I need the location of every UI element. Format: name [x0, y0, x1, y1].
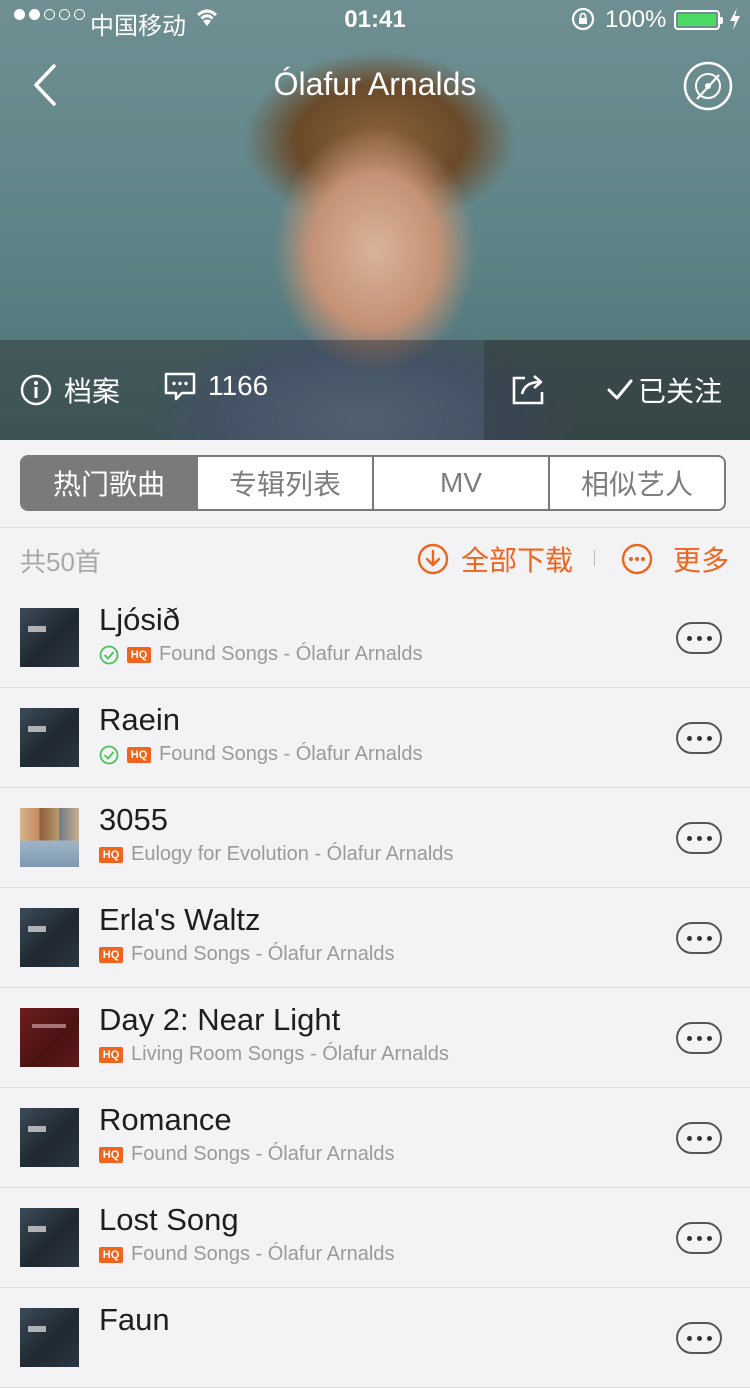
- tab-similar-artists[interactable]: 相似艺人: [548, 457, 724, 509]
- song-more-button[interactable]: [676, 822, 722, 854]
- song-more-button[interactable]: [676, 1122, 722, 1154]
- album-cover: [20, 808, 79, 867]
- song-subtitle: Found Songs - Ólafur Arnalds: [131, 943, 395, 965]
- artist-hero-image: 中国移动 01:41 100% Ólafur Arnalds 档案 1166 已…: [0, 0, 750, 440]
- song-title: Romance: [99, 1102, 232, 1137]
- song-subtitle: Found Songs - Ólafur Arnalds: [131, 1143, 395, 1165]
- profile-label: 档案: [64, 376, 121, 407]
- comment-icon: [164, 372, 196, 401]
- song-title: Erla's Waltz: [99, 902, 261, 937]
- song-title: Faun: [99, 1302, 170, 1337]
- hq-badge: HQ: [127, 746, 151, 763]
- comments-count: 1166: [208, 370, 269, 401]
- battery-percent: 100%: [605, 6, 667, 33]
- album-cover: [20, 1308, 79, 1367]
- song-subtitle: Found Songs - Ólafur Arnalds: [159, 743, 423, 765]
- song-subtitle: Eulogy for Evolution - Ólafur Arnalds: [131, 843, 454, 865]
- tab-mv[interactable]: MV: [372, 457, 548, 509]
- song-row[interactable]: Raein HQ Found Songs - Ólafur Arnalds: [0, 688, 750, 788]
- charging-icon: [730, 8, 740, 30]
- song-title: Ljósið: [99, 602, 180, 637]
- song-more-button[interactable]: [676, 622, 722, 654]
- status-bar: 中国移动 01:41 100%: [0, 0, 750, 40]
- separator: [594, 550, 595, 566]
- song-row[interactable]: Faun: [0, 1288, 750, 1388]
- profile-button[interactable]: 档案: [20, 370, 120, 410]
- album-cover: [20, 1008, 79, 1067]
- hq-badge: HQ: [99, 946, 123, 963]
- song-row[interactable]: 3055 HQ Eulogy for Evolution - Ólafur Ar…: [0, 788, 750, 888]
- artist-action-bar: 档案 1166 已关注: [0, 340, 750, 440]
- artist-name-title: Ólafur Arnalds: [273, 66, 477, 102]
- more-icon: [621, 543, 653, 575]
- album-cover: [20, 1208, 79, 1267]
- follow-button[interactable]: 已关注: [606, 370, 722, 410]
- album-cover: [20, 608, 79, 667]
- hq-badge: HQ: [99, 1146, 123, 1163]
- album-cover: [20, 708, 79, 767]
- tab-hot-songs[interactable]: 热门歌曲: [22, 457, 196, 509]
- rotation-lock-icon: [571, 7, 595, 31]
- more-button[interactable]: 更多: [621, 539, 729, 579]
- song-title: 3055: [99, 802, 168, 837]
- follow-label: 已关注: [638, 376, 723, 407]
- hq-badge: HQ: [99, 1246, 123, 1263]
- share-icon[interactable]: [511, 372, 545, 406]
- hq-badge: HQ: [99, 1046, 123, 1063]
- tab-albums[interactable]: 专辑列表: [196, 457, 372, 509]
- song-title: Raein: [99, 702, 180, 737]
- artist-tabs: 热门歌曲 专辑列表 MV 相似艺人: [20, 455, 726, 511]
- hq-badge: HQ: [99, 846, 123, 863]
- song-subtitle: Living Room Songs - Ólafur Arnalds: [131, 1043, 449, 1065]
- song-row[interactable]: Day 2: Near Light HQ Living Room Songs -…: [0, 988, 750, 1088]
- album-cover: [20, 908, 79, 967]
- comments-button[interactable]: 1166: [164, 370, 268, 402]
- song-list-toolbar: 共50首 全部下载 更多: [0, 528, 750, 588]
- hq-badge: HQ: [127, 646, 151, 663]
- song-list: Ljósið HQ Found Songs - Ólafur Arnalds R…: [0, 588, 750, 1388]
- check-icon: [607, 379, 633, 400]
- disc-icon[interactable]: [683, 61, 733, 111]
- song-row[interactable]: Romance HQ Found Songs - Ólafur Arnalds: [0, 1088, 750, 1188]
- song-title: Lost Song: [99, 1202, 239, 1237]
- song-more-button[interactable]: [676, 1022, 722, 1054]
- song-more-button[interactable]: [676, 722, 722, 754]
- song-subtitle: Found Songs - Ólafur Arnalds: [131, 1243, 395, 1265]
- song-more-button[interactable]: [676, 1222, 722, 1254]
- download-icon: [417, 543, 449, 575]
- song-title: Day 2: Near Light: [99, 1002, 341, 1037]
- song-row[interactable]: Lost Song HQ Found Songs - Ólafur Arnald…: [0, 1188, 750, 1288]
- song-more-button[interactable]: [676, 1322, 722, 1354]
- song-more-button[interactable]: [676, 922, 722, 954]
- download-all-label: 全部下载: [461, 545, 574, 576]
- downloaded-check-icon: [99, 745, 119, 764]
- song-count: 共50首: [20, 547, 101, 577]
- downloaded-check-icon: [99, 645, 119, 664]
- battery-icon: [674, 10, 723, 30]
- info-icon: [20, 374, 52, 406]
- more-label: 更多: [673, 545, 730, 576]
- song-subtitle: Found Songs - Ólafur Arnalds: [159, 643, 423, 665]
- song-row[interactable]: Ljósið HQ Found Songs - Ólafur Arnalds: [0, 588, 750, 688]
- album-cover: [20, 1108, 79, 1167]
- download-all-button[interactable]: 全部下载: [417, 539, 573, 579]
- song-row[interactable]: Erla's Waltz HQ Found Songs - Ólafur Arn…: [0, 888, 750, 988]
